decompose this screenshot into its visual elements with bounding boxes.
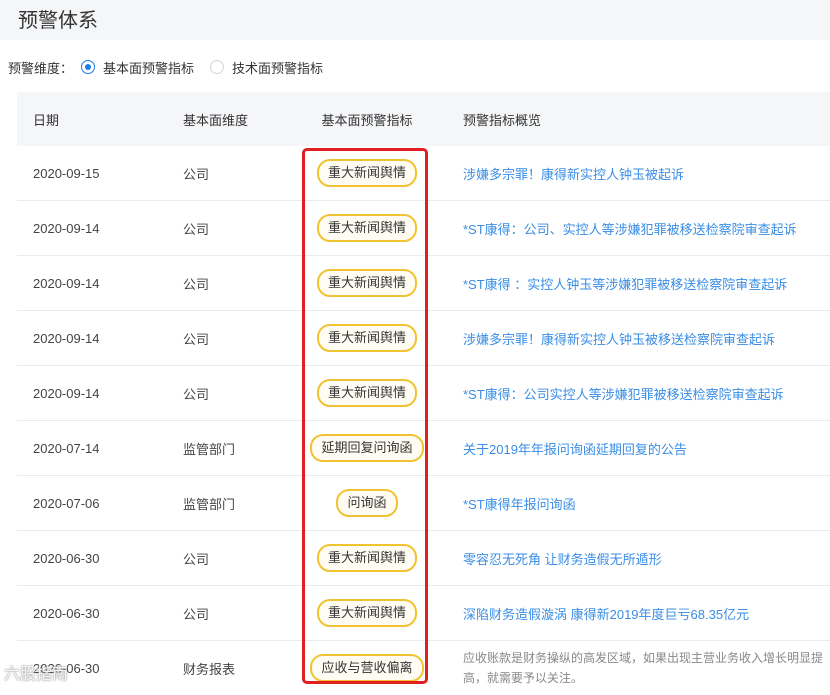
row-date: 2020-07-06 [33,495,100,511]
table-row: 2020-06-30 公司 重大新闻舆情 零容忍无死角 让财务造假无所遁形 [17,531,830,586]
indicator-tag: 重大新闻舆情 [316,599,417,627]
indicator-tag: 问询函 [336,489,398,517]
summary-text: 应收账款是财务操纵的高发区域，如果出现主营业务收入增长明显提高，就需要予以关注。 [463,651,824,685]
table-header: 日期 基本面维度 基本面预警指标 预警指标概览 [17,92,830,146]
radio-fundamental[interactable]: 基本面预警指标 [81,58,194,77]
table-row: 2020-09-14 公司 重大新闻舆情 *ST康得：公司实控人等涉嫌犯罪被移送… [17,366,830,421]
indicator-tag: 重大新闻舆情 [316,379,417,407]
indicator-tag: 重大新闻舆情 [316,269,417,297]
radio-technical[interactable]: 技术面预警指标 [210,58,323,77]
radio-unchecked-icon[interactable] [210,60,225,74]
row-date: 2020-09-14 [33,385,100,401]
column-header-dimension: 基本面维度 [183,112,249,128]
row-date: 2020-07-14 [33,440,100,456]
indicator-tag: 延期回复问询函 [310,434,424,462]
column-header-date: 日期 [33,112,60,128]
summary-link[interactable]: 关于2019年年报问询函延期回复的公告 [463,439,687,458]
indicator-tag: 应收与营收偏离 [310,654,424,682]
summary-link[interactable]: 涉嫌多宗罪！康得新实控人钟玉被起诉 [463,164,684,183]
row-dimension: 公司 [183,606,210,622]
table-row: 2020-07-06 监管部门 问询函 *ST康得年报问询函 [17,476,830,531]
row-dimension: 公司 [183,276,210,292]
summary-link[interactable]: *ST康得：公司实控人等涉嫌犯罪被移送检察院审查起诉 [463,384,784,403]
summary-link[interactable]: 零容忍无死角 让财务造假无所遁形 [463,549,662,568]
row-date: 2020-09-14 [33,275,100,291]
table-row: 2020-09-14 公司 重大新闻舆情 *ST康得：公司、实控人等涉嫌犯罪被移… [17,201,830,256]
row-date: 2020-06-30 [33,550,100,566]
row-date: 2020-06-30 [33,605,100,621]
summary-link[interactable]: 涉嫌多宗罪！康得新实控人钟玉被移送检察院审查起诉 [463,329,775,348]
summary-link[interactable]: *ST康得：公司、实控人等涉嫌犯罪被移送检察院审查起诉 [463,219,797,238]
indicator-tag: 重大新闻舆情 [316,159,417,187]
indicator-tag: 重大新闻舆情 [316,214,417,242]
row-dimension: 公司 [183,221,210,237]
row-dimension: 公司 [183,166,210,182]
row-dimension: 公司 [183,551,210,567]
radio-technical-label: 技术面预警指标 [232,60,324,76]
radio-checked-icon[interactable] [81,60,96,74]
table-row: 2020-09-14 公司 重大新闻舆情 *ST康得 ：实控人钟玉等涉嫌犯罪被移… [17,256,830,311]
warning-table: 日期 基本面维度 基本面预警指标 预警指标概览 2020-09-15 公司 重大… [17,92,830,695]
indicator-tag: 重大新闻舆情 [316,324,417,352]
column-header-summary: 预警指标概览 [463,112,542,128]
indicator-tag: 重大新闻舆情 [316,544,417,572]
dimension-label: 预警维度： [8,60,74,76]
summary-link[interactable]: 深陷财务造假漩涡 康得新2019年度巨亏68.35亿元 [463,604,749,623]
radio-fundamental-label: 基本面预警指标 [103,60,195,76]
summary-link[interactable]: *ST康得年报问询函 [463,494,576,513]
column-header-indicator: 基本面预警指标 [321,112,413,128]
table-row: 2020-07-14 监管部门 延期回复问询函 关于2019年年报问询函延期回复… [17,421,830,476]
page-title: 预警体系 [18,10,98,32]
row-date: 2020-09-15 [33,165,100,181]
row-dimension: 监管部门 [183,441,236,457]
row-dimension: 公司 [183,386,210,402]
dimension-selector: 预警维度： 基本面预警指标 技术面预警指标 [8,57,323,77]
row-dimension: 监管部门 [183,496,236,512]
table-row: 2020-09-15 公司 重大新闻舆情 涉嫌多宗罪！康得新实控人钟玉被起诉 [17,146,830,201]
watermark: 六股指南 [4,666,69,683]
summary-link[interactable]: *ST康得 ：实控人钟玉等涉嫌犯罪被移送检察院审查起诉 [463,274,787,293]
row-dimension: 公司 [183,331,210,347]
row-date: 2020-09-14 [33,220,100,236]
page-header: 预警体系 [0,0,830,40]
table-row: 2020-09-14 公司 重大新闻舆情 涉嫌多宗罪！康得新实控人钟玉被移送检察… [17,311,830,366]
row-date: 2020-09-14 [33,330,100,346]
table-row: 2020-06-30 公司 重大新闻舆情 深陷财务造假漩涡 康得新2019年度巨… [17,586,830,641]
